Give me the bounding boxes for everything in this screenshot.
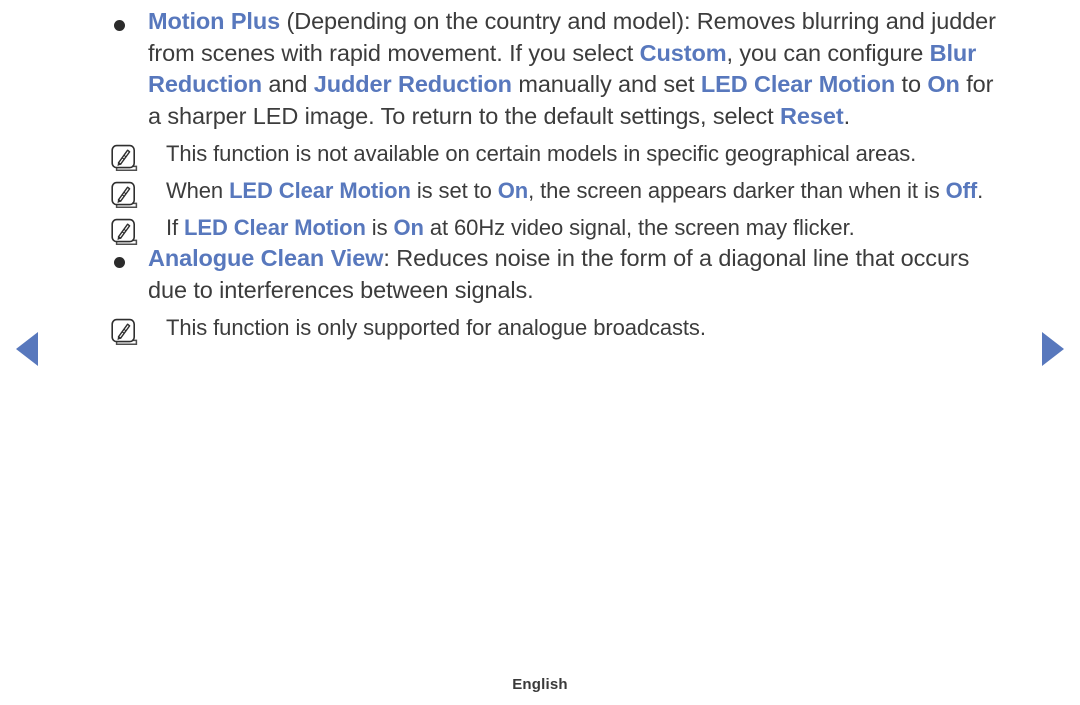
note-pencil-icon: [110, 318, 140, 346]
note-row: When LED Clear Motion is set to On, the …: [104, 175, 1004, 209]
note-0-2-segment-3: On: [393, 215, 424, 240]
bullet-0-segment-5: and: [261, 71, 314, 97]
bullet-0-segment-7: manually and set: [511, 71, 701, 97]
bullet-paragraph: Motion Plus (Depending on the country an…: [148, 6, 1004, 132]
note-paragraph: This function is not available on certai…: [166, 138, 1004, 169]
bullet-0-segment-3: , you can configure: [726, 39, 930, 66]
note-row: If LED Clear Motion is On at 60Hz video …: [104, 212, 1004, 246]
page-footer: English: [0, 676, 1080, 694]
previous-page-arrow[interactable]: [16, 332, 38, 366]
bullet-item: Motion Plus (Depending on the country an…: [104, 6, 1004, 132]
note-paragraph: When LED Clear Motion is set to On, the …: [166, 175, 1004, 206]
page-content: Motion Plus (Depending on the country an…: [104, 6, 1004, 346]
note-0-2-segment-1: LED Clear Motion: [184, 215, 366, 240]
bullet-0-segment-12: Reset: [780, 102, 844, 129]
note-1-0-segment-0: This function is only supported for anal…: [166, 315, 706, 340]
note-0-1-segment-0: When: [166, 178, 230, 203]
bullet-0-segment-0: Motion Plus: [148, 8, 281, 34]
bullet-0-segment-13: .: [843, 102, 851, 129]
note-0-1-segment-6: .: [977, 178, 984, 203]
note-pencil-icon: [110, 181, 140, 209]
next-page-arrow[interactable]: [1042, 332, 1064, 366]
bullet-dot-icon: [114, 257, 125, 268]
footer-language-label: English: [512, 676, 568, 693]
note-0-2-segment-0: If: [166, 215, 185, 240]
note-paragraph: If LED Clear Motion is On at 60Hz video …: [166, 212, 1004, 243]
bullet-0-segment-8: LED Clear Motion: [700, 71, 896, 97]
section-list: Motion Plus (Depending on the country an…: [104, 6, 1004, 346]
note-paragraph: This function is only supported for anal…: [166, 312, 1004, 343]
bullet-0-segment-10: On: [927, 71, 960, 97]
note-0-1-segment-2: is set to: [410, 178, 498, 203]
bullet-0-segment-6: Judder Reduction: [313, 71, 512, 97]
note-0-1-segment-3: On: [497, 178, 529, 203]
bullet-0-segment-9: to: [895, 71, 928, 97]
note-0-2-segment-4: at 60Hz video signal, the screen may fli…: [423, 215, 855, 240]
bullet-paragraph: Analogue Clean View: Reduces noise in th…: [148, 243, 1004, 306]
bullet-1-segment-0: Analogue Clean View: [148, 245, 384, 271]
note-0-0-segment-0: This function is not available on certai…: [166, 141, 917, 166]
bullet-dot-icon: [114, 20, 125, 31]
note-0-1-segment-5: Off: [945, 178, 978, 203]
note-row: This function is not available on certai…: [104, 138, 1004, 172]
note-0-1-segment-1: LED Clear Motion: [229, 178, 411, 203]
note-0-2-segment-2: is: [365, 215, 394, 240]
bullet-item: Analogue Clean View: Reduces noise in th…: [104, 243, 1004, 306]
note-pencil-icon: [110, 144, 140, 172]
note-pencil-icon: [110, 218, 140, 246]
manual-page: Motion Plus (Depending on the country an…: [0, 0, 1080, 705]
note-row: This function is only supported for anal…: [104, 312, 1004, 346]
note-0-1-segment-4: , the screen appears darker than when it…: [528, 178, 946, 203]
bullet-0-segment-2: Custom: [639, 39, 727, 66]
